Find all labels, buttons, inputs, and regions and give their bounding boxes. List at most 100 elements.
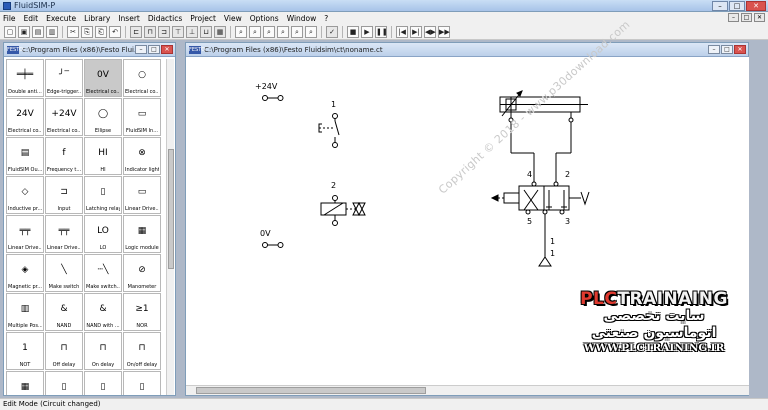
copy-icon[interactable]: ⎘ [81, 25, 93, 38]
library-scroll-thumb[interactable] [168, 149, 174, 269]
align-top-icon[interactable]: ⊤ [172, 25, 184, 38]
align-center-icon[interactable]: ⊓ [144, 25, 156, 38]
library-component[interactable]: ▦ [6, 371, 44, 395]
check-icon[interactable]: ✓ [326, 25, 338, 38]
menu-execute[interactable]: Execute [46, 14, 76, 23]
align-right-icon[interactable]: ⊐ [158, 25, 170, 38]
mdi-restore-button[interactable]: □ [741, 13, 752, 22]
align-middle-icon[interactable]: ⊥ [186, 25, 198, 38]
play-icon[interactable]: ▶ [361, 25, 373, 38]
circuit-close-button[interactable]: ✕ [734, 45, 746, 54]
stop-icon[interactable]: ■ [347, 25, 359, 38]
menu-file[interactable]: File [3, 14, 16, 23]
menu-didactics[interactable]: Didactics [148, 14, 182, 23]
fast-forward-icon[interactable]: ▶▶ [438, 25, 450, 38]
menu-view[interactable]: View [224, 14, 242, 23]
open-icon[interactable]: ▣ [18, 25, 30, 38]
library-component[interactable]: ▥ Multiple Pos... [6, 293, 44, 331]
menu-library[interactable]: Library [84, 14, 110, 23]
menu-project[interactable]: Project [190, 14, 216, 23]
menu-edit[interactable]: Edit [24, 14, 39, 23]
minimize-button[interactable]: – [712, 1, 728, 11]
library-component[interactable]: ▦ Logic module [123, 215, 161, 253]
plus-24v-connector[interactable] [262, 95, 284, 101]
library-component[interactable]: ╯‾ Edge-trigger... [45, 59, 83, 97]
mdi-minimize-button[interactable]: – [728, 13, 739, 22]
library-component[interactable]: ▭ Linear Drive... [123, 176, 161, 214]
library-component[interactable]: LO LO [84, 215, 122, 253]
library-component-label: Frequency t... [47, 167, 81, 173]
plus-24v-connection-icon: +24V [51, 109, 77, 119]
zoom-out-icon[interactable]: ⌕ [305, 25, 317, 38]
circuit-maximize-button[interactable]: □ [721, 45, 733, 54]
library-close-button[interactable]: ✕ [161, 45, 173, 54]
pushbutton-switch[interactable] [318, 113, 340, 148]
zero-volt-connector[interactable] [262, 242, 284, 248]
library-component[interactable]: ○ Electrical co... [123, 59, 161, 97]
align-bottom-icon[interactable]: ⊔ [200, 25, 212, 38]
library-component[interactable]: & NAND [45, 293, 83, 331]
five-two-way-valve[interactable] [490, 181, 590, 267]
zoom-fit-icon[interactable]: ⌕ [249, 25, 261, 38]
menu-window[interactable]: Window [287, 14, 317, 23]
zoom-window-icon[interactable]: ⌕ [263, 25, 275, 38]
library-component[interactable]: ▭ FluidSIM In... [123, 98, 161, 136]
library-component[interactable]: ◯ Ellipse [84, 98, 122, 136]
library-maximize-button[interactable]: □ [148, 45, 160, 54]
library-component[interactable]: ⊓ On delay [84, 332, 122, 370]
library-component[interactable]: ┄╲ Make switch... [84, 254, 122, 292]
library-component[interactable]: ╲ Make switch [45, 254, 83, 292]
library-component[interactable]: ≥1 NOR [123, 293, 161, 331]
library-component[interactable]: HI HI [84, 137, 122, 175]
menu-help[interactable]: ? [324, 14, 328, 23]
library-component[interactable]: ▯ [84, 371, 122, 395]
library-component[interactable]: ▯ [123, 371, 161, 395]
step-icon[interactable]: ▶| [410, 25, 422, 38]
new-icon[interactable]: ▢ [4, 25, 16, 38]
zoom-in-icon[interactable]: ⌕ [291, 25, 303, 38]
library-component[interactable]: ╤╤ Linear Drive... [6, 215, 44, 253]
library-component[interactable]: f Frequency t... [45, 137, 83, 175]
library-component[interactable]: 24V Electrical co... [6, 98, 44, 136]
menu-options[interactable]: Options [250, 14, 279, 23]
library-component[interactable]: 1 NOT [6, 332, 44, 370]
library-component[interactable]: & NAND with ... [84, 293, 122, 331]
paste-icon[interactable]: ⎗ [95, 25, 107, 38]
align-left-icon[interactable]: ⊏ [130, 25, 142, 38]
step-over-icon[interactable]: ◀▶ [424, 25, 436, 38]
circuit-horizontal-scrollbar[interactable] [186, 385, 749, 395]
reset-icon[interactable]: |◀ [396, 25, 408, 38]
library-component-label: Ellipse [94, 128, 112, 134]
library-component[interactable]: ⊗ Indicator light [123, 137, 161, 175]
library-component[interactable]: ◈ Magnetic pr... [6, 254, 44, 292]
grid-icon[interactable]: ▦ [214, 25, 226, 38]
library-component[interactable]: ═╪═ Double anti... [6, 59, 44, 97]
mdi-close-button[interactable]: ✕ [754, 13, 765, 22]
library-component[interactable]: ▤ FluidSIM Ou... [6, 137, 44, 175]
library-component[interactable]: ▯ [45, 371, 83, 395]
circuit-scroll-thumb[interactable] [196, 387, 426, 394]
pause-icon[interactable]: ❚❚ [375, 25, 388, 38]
library-component[interactable]: ⊐ Input [45, 176, 83, 214]
library-component[interactable]: ╤╤ Linear Drive... [45, 215, 83, 253]
library-component[interactable]: +24V Electrical co... [45, 98, 83, 136]
solenoid-coil[interactable] [320, 195, 366, 226]
cut-icon[interactable]: ✂ [67, 25, 79, 38]
library-scrollbar[interactable] [166, 59, 174, 395]
close-button[interactable]: ✕ [746, 1, 766, 11]
zoom-previous-icon[interactable]: ⌕ [277, 25, 289, 38]
library-minimize-button[interactable]: – [135, 45, 147, 54]
library-component[interactable]: ⊓ On/off delay [123, 332, 161, 370]
undo-icon[interactable]: ↶ [109, 25, 121, 38]
library-component[interactable]: 0V Electrical co... [84, 59, 122, 97]
save-icon[interactable]: ▤ [32, 25, 44, 38]
circuit-minimize-button[interactable]: – [708, 45, 720, 54]
library-component[interactable]: ◇ Inductive pr... [6, 176, 44, 214]
print-icon[interactable]: ▥ [46, 25, 58, 38]
library-component[interactable]: ⊘ Manometer [123, 254, 161, 292]
library-component[interactable]: ▯ Latching relay [84, 176, 122, 214]
menu-insert[interactable]: Insert [118, 14, 140, 23]
library-component[interactable]: ⊓ Off delay [45, 332, 83, 370]
maximize-button[interactable]: □ [729, 1, 745, 11]
zoom-100-icon[interactable]: ⌕ [235, 25, 247, 38]
